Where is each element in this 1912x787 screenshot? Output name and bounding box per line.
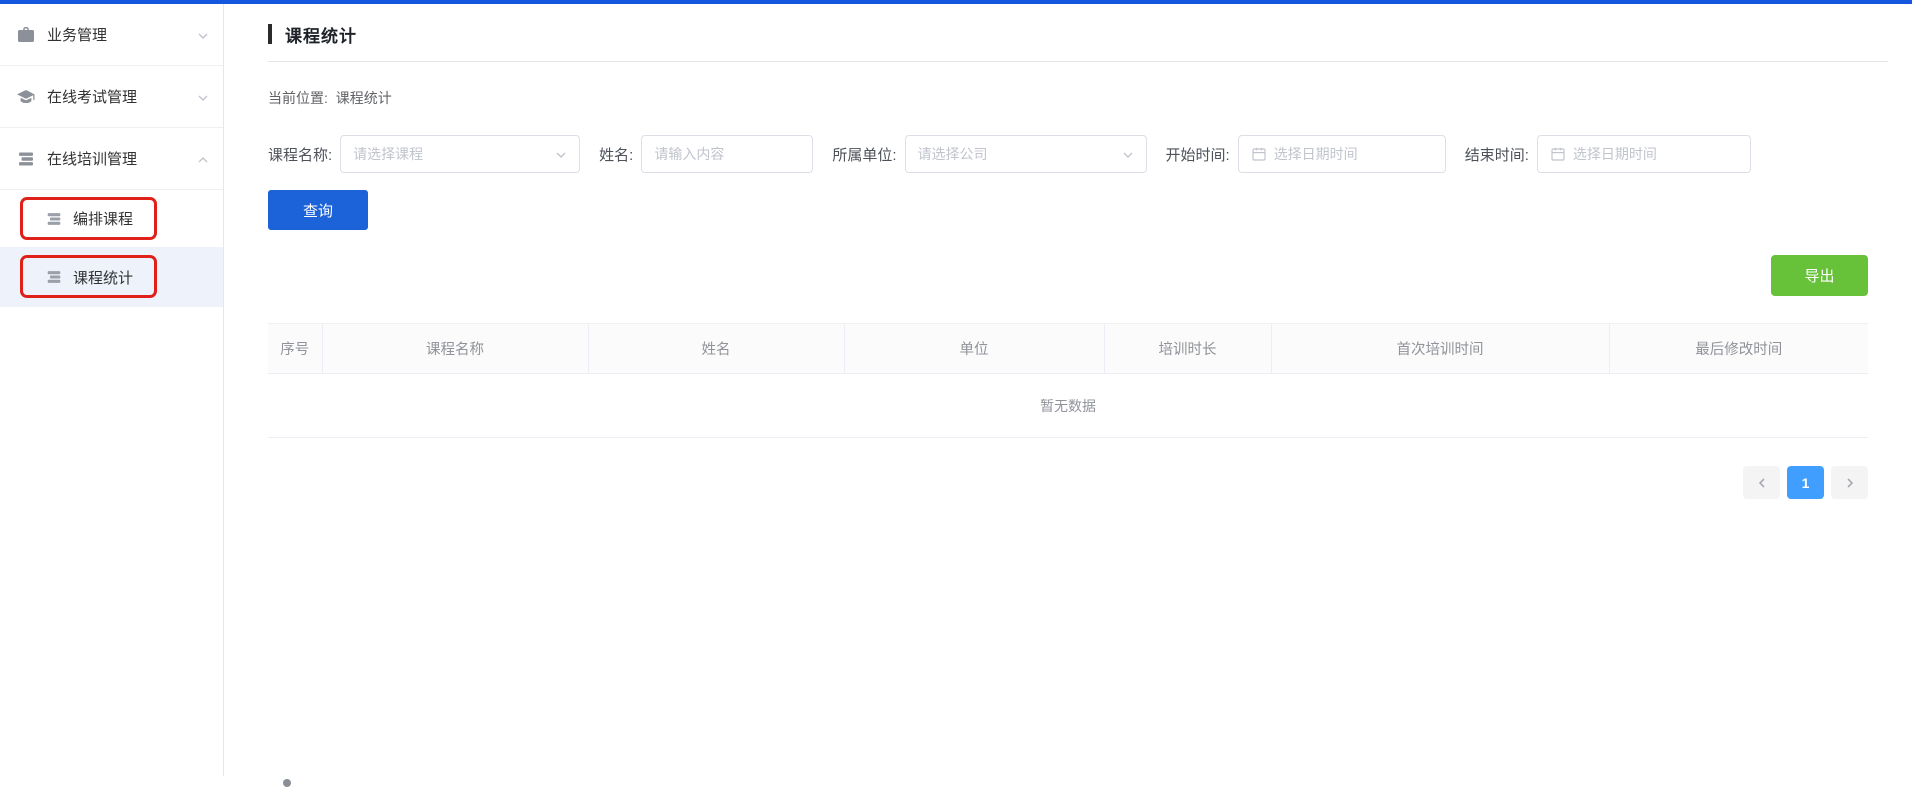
empty-text: 暂无数据 [268,374,1868,438]
briefcase-icon [16,25,36,45]
filter-company: 所属单位: 请选择公司 [832,135,1146,173]
filter-end-time: 结束时间: 选择日期时间 [1465,135,1751,173]
start-time-label: 开始时间: [1166,144,1230,165]
sidebar-item-label: 业务管理 [47,24,197,45]
sidebar-subitem-label: 课程统计 [73,267,133,288]
col-header-duration: 培训时长 [1104,324,1271,374]
page-title: 课程统计 [285,22,357,47]
course-statistics-table: 序号 课程名称 姓名 单位 培训时长 首次培训时间 最后修改时间 暂无数据 [268,323,1868,438]
chevron-down-icon [197,91,209,103]
sidebar-subitem-label: 编排课程 [73,208,133,229]
main-content: 课程统计 当前位置: 课程统计 课程名称: 请选择课程 姓名: [224,4,1912,784]
course-name-select[interactable]: 请选择课程 [340,135,580,173]
course-name-placeholder: 请选择课程 [353,144,423,164]
pagination-next-button[interactable] [1831,466,1868,499]
list-bars-icon [16,149,36,169]
export-button[interactable]: 导出 [1771,255,1868,296]
header-divider [268,61,1888,62]
end-time-datepicker[interactable]: 选择日期时间 [1537,135,1751,173]
list-bars-icon [45,210,63,228]
col-header-last-modified-time: 最后修改时间 [1609,324,1868,374]
filter-start-time: 开始时间: 选择日期时间 [1166,135,1446,173]
list-bars-icon [45,268,63,286]
filter-course-name: 课程名称: 请选择课程 [268,135,580,173]
company-select[interactable]: 请选择公司 [905,135,1147,173]
end-time-placeholder: 选择日期时间 [1573,144,1657,164]
end-time-label: 结束时间: [1465,144,1529,165]
col-header-index: 序号 [268,324,322,374]
course-name-label: 课程名称: [268,144,332,165]
table-header-row: 序号 课程名称 姓名 单位 培训时长 首次培训时间 最后修改时间 [268,324,1868,374]
person-name-field [641,135,813,173]
sidebar-item-online-exam-management[interactable]: 在线考试管理 [0,66,223,128]
chevron-up-icon [197,153,209,165]
pagination: 1 [268,466,1868,499]
sidebar-subitem-course-statistics[interactable]: 课程统计 [0,247,223,307]
partial-dot [283,779,291,787]
col-header-course-name: 课程名称 [322,324,588,374]
graduation-cap-icon [16,87,36,107]
col-header-first-training-time: 首次培训时间 [1271,324,1609,374]
person-name-input[interactable] [654,136,800,172]
chevron-down-icon [555,148,567,160]
company-placeholder: 请选择公司 [918,144,988,164]
company-label: 所属单位: [832,144,896,165]
sidebar-item-business-management[interactable]: 业务管理 [0,4,223,66]
page-header: 课程统计 [268,22,1868,46]
pagination-prev-button[interactable] [1743,466,1780,499]
sidebar: 业务管理 在线考试管理 在线培训管理 [0,4,224,776]
query-button[interactable]: 查询 [268,190,368,230]
calendar-icon [1251,146,1267,162]
col-header-unit: 单位 [844,324,1104,374]
pagination-page-1[interactable]: 1 [1787,466,1824,499]
breadcrumb-label: 当前位置: [268,90,328,106]
chevron-down-icon [1122,148,1134,160]
chevron-left-icon [1756,477,1768,489]
start-time-datepicker[interactable]: 选择日期时间 [1238,135,1446,173]
calendar-icon [1550,146,1566,162]
breadcrumb: 当前位置: 课程统计 [268,88,1868,108]
title-accent-bar [268,24,272,44]
sidebar-item-online-training-management[interactable]: 在线培训管理 [0,128,223,190]
start-time-placeholder: 选择日期时间 [1274,144,1358,164]
sidebar-subitem-arrange-courses[interactable]: 编排课程 [0,190,223,247]
sidebar-item-label: 在线培训管理 [47,148,197,169]
breadcrumb-current: 课程统计 [336,90,392,106]
sidebar-item-label: 在线考试管理 [47,86,197,107]
chevron-right-icon [1844,477,1856,489]
chevron-down-icon [197,29,209,41]
table-empty-row: 暂无数据 [268,374,1868,438]
filter-bar: 课程名称: 请选择课程 姓名: 所属单位: 请选择公司 [268,135,1868,173]
filter-person-name: 姓名: [599,135,813,173]
export-row: 导出 [268,255,1868,296]
col-header-name: 姓名 [588,324,844,374]
person-name-label: 姓名: [599,144,633,165]
